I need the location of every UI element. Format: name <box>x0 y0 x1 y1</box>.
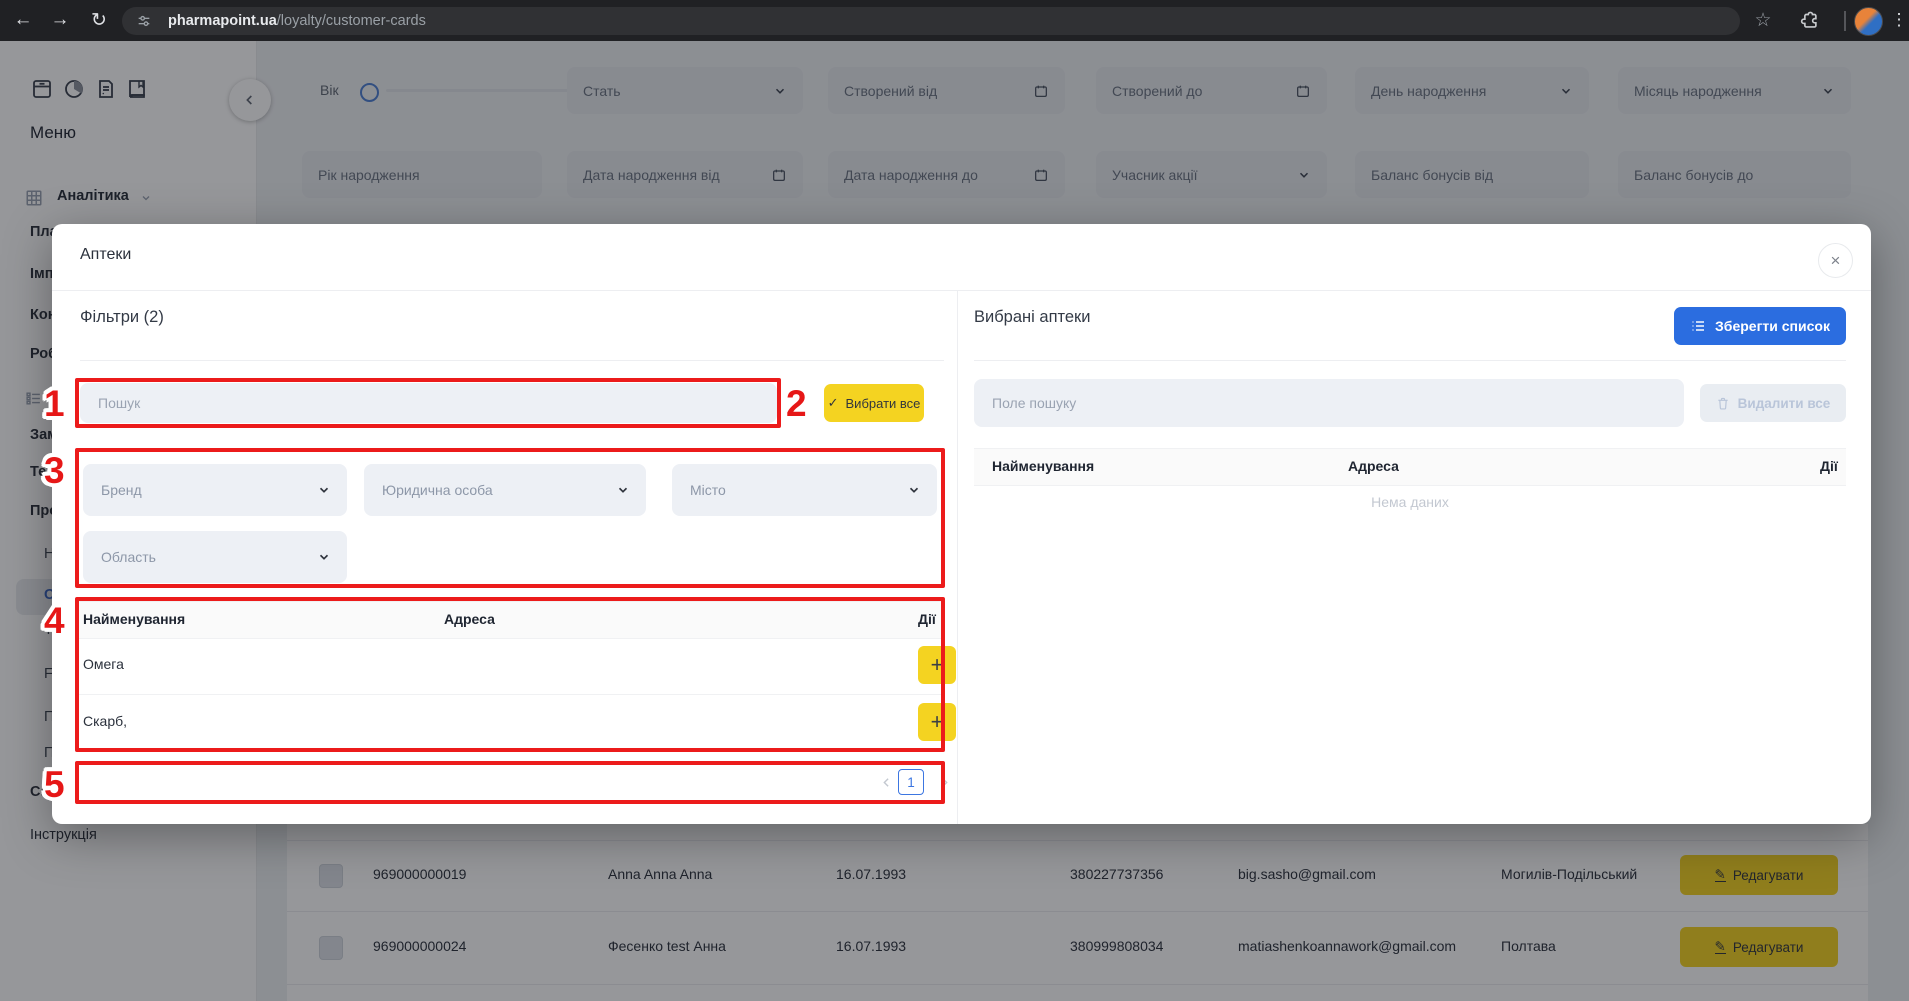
annotation-number-3: 3 <box>44 452 65 489</box>
browser-chrome: ← → ↻ pharmapoint.ua/loyalty/customer-ca… <box>0 0 1909 41</box>
filters-divider <box>80 360 944 361</box>
back-icon[interactable]: ← <box>8 5 38 35</box>
annotation-number-4: 4 <box>44 602 65 639</box>
forward-icon[interactable]: → <box>45 5 75 35</box>
column-actions: Дії <box>1820 458 1838 474</box>
annotation-number-1: 1 <box>44 385 65 422</box>
selected-table-header: Найменування Адреса Дії <box>974 448 1846 486</box>
save-list-button[interactable]: Зберегти список <box>1674 307 1846 345</box>
select-all-label: Вибрати все <box>846 396 921 411</box>
url-domain: pharmapoint.ua <box>168 13 277 29</box>
list-icon <box>1690 318 1706 334</box>
select-all-button[interactable]: ✓ Вибрати все <box>824 384 924 422</box>
chrome-divider <box>1844 11 1846 31</box>
extensions-icon[interactable] <box>1798 9 1820 31</box>
selected-search-input[interactable] <box>974 379 1684 427</box>
filters-heading: Фільтри (2) <box>80 308 164 327</box>
annotation-box-3 <box>75 448 945 588</box>
annotation-number-5: 5 <box>44 766 65 803</box>
selected-search-field <box>974 379 1684 427</box>
selected-pharmacies-heading: Вибрані аптеки <box>974 308 1090 327</box>
trash-icon <box>1716 396 1730 411</box>
annotation-box-4 <box>75 597 945 752</box>
column-name: Найменування <box>992 458 1094 474</box>
address-bar[interactable]: pharmapoint.ua/loyalty/customer-cards <box>122 7 1740 35</box>
reload-icon[interactable]: ↻ <box>84 5 114 35</box>
annotation-box-5 <box>75 761 945 804</box>
check-icon: ✓ <box>828 395 839 411</box>
modal-title: Аптеки <box>80 246 131 264</box>
annotation-number-2: 2 <box>786 385 807 422</box>
empty-state-text: Нема даних <box>974 494 1846 510</box>
delete-all-label: Видалити все <box>1738 396 1831 411</box>
column-address: Адреса <box>1348 458 1399 474</box>
url-path: /loyalty/customer-cards <box>277 13 426 29</box>
modal-header-divider <box>52 290 1871 291</box>
screen: ← → ↻ pharmapoint.ua/loyalty/customer-ca… <box>0 0 1909 1001</box>
modal-panel-divider <box>957 290 958 824</box>
browser-avatar[interactable] <box>1854 7 1883 36</box>
modal-close-button[interactable]: × <box>1818 243 1853 278</box>
delete-all-button[interactable]: Видалити все <box>1700 384 1846 422</box>
bookmark-star-icon[interactable]: ☆ <box>1748 5 1778 35</box>
selected-divider <box>974 360 1846 361</box>
site-settings-icon[interactable] <box>136 13 152 29</box>
annotation-box-1 <box>75 378 781 428</box>
save-list-label: Зберегти список <box>1715 318 1830 334</box>
kebab-menu-icon[interactable]: ⋮ <box>1884 5 1909 35</box>
close-icon: × <box>1831 251 1841 271</box>
url-text: pharmapoint.ua/loyalty/customer-cards <box>168 7 426 35</box>
